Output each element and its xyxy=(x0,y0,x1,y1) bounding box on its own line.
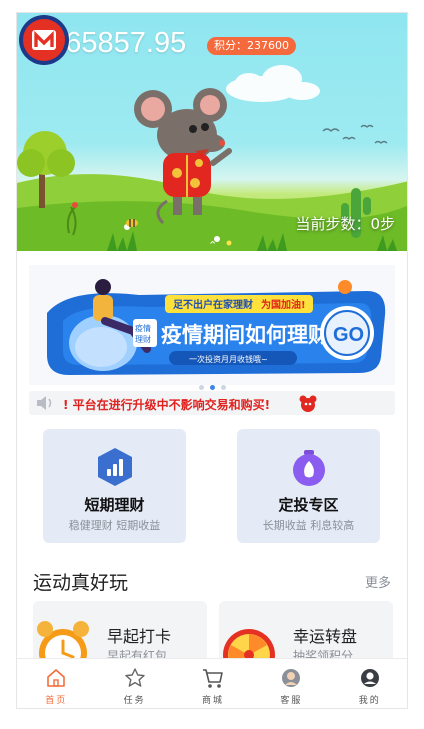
activity-title: 早起打卡 xyxy=(107,627,172,646)
banner-side-tag-1: 疫情 xyxy=(135,323,151,333)
notice-bar[interactable]: ! 平台在进行升级中不影响交易和购买! xyxy=(29,391,395,415)
chevron-up-icon[interactable]: ⌃ xyxy=(208,239,217,251)
step-count: 当前步数：0步 xyxy=(295,215,395,233)
banner-tag-highlight: 为国加油! xyxy=(261,298,306,311)
mascot-mini-icon xyxy=(299,395,317,412)
bottom-tab-bar: 首页 任务 商城 客服 我的 xyxy=(17,658,407,708)
tab-tasks[interactable]: 任务 xyxy=(95,659,173,708)
home-icon xyxy=(47,669,65,687)
user-icon xyxy=(360,669,379,687)
tab-service[interactable]: 客服 xyxy=(252,659,330,708)
app-frame: 2365857.95 积分：237600 当前步数：0步 ⌃ 足不出户在家理财 … xyxy=(16,12,408,709)
step-brand-icon[interactable] xyxy=(17,13,71,67)
card-subtitle: 稳健理财 短期收益 xyxy=(68,519,161,532)
promo-banner[interactable]: 足不出户在家理财 为国加油! 疫情 理财 疫情期间如何理财 一次投资月月收钱哦~… xyxy=(29,265,395,385)
banner-side-tag-2: 理财 xyxy=(135,334,151,344)
card-fixed-investment[interactable]: 定投专区 长期收益 利息较高 xyxy=(237,429,380,543)
tab-label: 首页 xyxy=(45,696,68,706)
section-more-link[interactable]: 更多 xyxy=(365,572,391,591)
banner-headline: 疫情期间如何理财 xyxy=(161,323,329,347)
card-title: 定投专区 xyxy=(278,496,339,514)
tab-label: 任务 xyxy=(123,696,146,706)
cart-icon xyxy=(202,669,223,688)
tab-mine[interactable]: 我的 xyxy=(331,659,407,708)
banner-subline: 一次投资月月收钱哦~ xyxy=(189,354,268,364)
card-subtitle: 长期收益 利息较高 xyxy=(262,519,355,532)
banner-go-button: GO xyxy=(333,324,364,346)
banner-dot[interactable] xyxy=(198,385,204,390)
star-icon xyxy=(124,668,145,687)
chart-bars-icon xyxy=(97,448,132,486)
points-badge: 积分：237600 xyxy=(207,37,296,55)
money-bag-icon xyxy=(292,450,325,486)
activity-title: 幸运转盘 xyxy=(293,627,358,646)
tab-label: 我的 xyxy=(358,696,381,706)
banner-tag-line: 足不出户在家理财 xyxy=(173,298,253,311)
notice-text: ! 平台在进行升级中不影响交易和购买! xyxy=(63,398,271,412)
banner-dot-active[interactable] xyxy=(209,385,215,390)
card-title: 短期理财 xyxy=(84,496,145,514)
speaker-icon xyxy=(37,396,52,410)
tab-home[interactable]: 首页 xyxy=(17,659,95,708)
promo-banner-illustration: 足不出户在家理财 为国加油! 疫情 理财 疫情期间如何理财 一次投资月月收钱哦~… xyxy=(29,265,395,385)
cloud-icon xyxy=(226,65,320,102)
hero-banner: 2365857.95 积分：237600 当前步数：0步 ⌃ xyxy=(17,13,407,251)
tab-mall[interactable]: 商城 xyxy=(174,659,252,708)
service-icon xyxy=(282,669,301,687)
card-short-term-finance[interactable]: 短期理财 稳健理财 短期收益 xyxy=(43,429,186,543)
section-title: 运动真好玩 xyxy=(33,572,129,594)
tab-label: 客服 xyxy=(280,696,303,706)
tab-label: 商城 xyxy=(201,696,224,706)
banner-dot[interactable] xyxy=(220,385,226,390)
